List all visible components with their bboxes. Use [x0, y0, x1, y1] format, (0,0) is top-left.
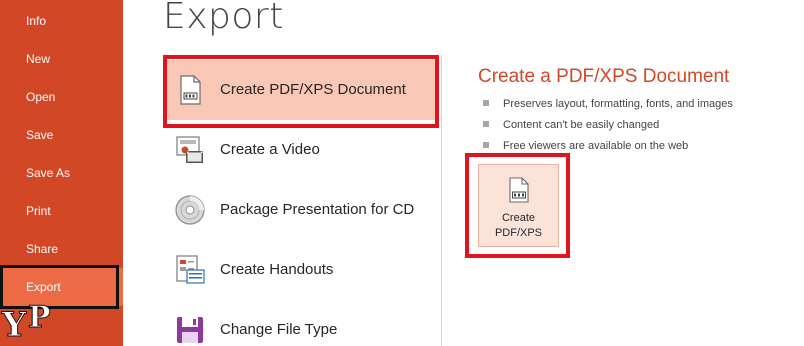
option-label: Create PDF/XPS Document — [220, 81, 406, 98]
option-create-pdf-xps[interactable]: Create PDF/XPS Document — [163, 60, 438, 120]
list-item: Free viewers are available on the web — [483, 137, 733, 158]
page-title: Export — [163, 0, 284, 37]
nav-item-export[interactable]: Export — [0, 268, 123, 306]
cd-icon — [173, 193, 207, 227]
panel-divider — [441, 55, 442, 346]
bullet-text: Free viewers are available on the web — [503, 140, 689, 152]
nav-item-label: Info — [26, 14, 47, 28]
nav-item-label: Export — [26, 280, 61, 294]
create-button-label: Create PDF/XPS — [479, 211, 558, 241]
nav-item-save[interactable]: Save — [0, 116, 123, 154]
nav-item-label: Open — [26, 90, 56, 104]
nav-item-save-as[interactable]: Save As — [0, 154, 123, 192]
nav-item-new[interactable]: New — [0, 40, 123, 78]
bullet-square-icon — [483, 100, 489, 106]
video-icon — [173, 133, 207, 167]
save-file-type-icon — [173, 313, 207, 346]
nav-item-label: New — [26, 52, 51, 66]
pdf-document-icon — [173, 73, 207, 107]
bullet-square-icon — [483, 121, 489, 127]
option-label: Package Presentation for CD — [220, 201, 415, 218]
create-pdf-xps-button[interactable]: Create PDF/XPS — [478, 164, 559, 247]
site-logo: Y P — [1, 300, 62, 346]
nav-item-info[interactable]: Info — [0, 2, 123, 40]
nav-item-share[interactable]: Share — [0, 230, 123, 268]
backstage-nav: Info New Open Save Save As Print Share E… — [0, 0, 123, 346]
nav-item-label: Save — [26, 128, 54, 142]
bullet-square-icon — [483, 142, 489, 148]
detail-bullet-list: Preserves layout, formatting, fonts, and… — [483, 95, 733, 158]
nav-item-open[interactable]: Open — [0, 78, 123, 116]
list-item: Preserves layout, formatting, fonts, and… — [483, 95, 733, 116]
option-create-video[interactable]: Create a Video — [163, 120, 438, 180]
pdf-document-icon — [508, 177, 530, 203]
bullet-text: Content can't be easily changed — [503, 119, 660, 131]
create-button-line1: Create — [501, 212, 536, 224]
nav-item-label: Save As — [26, 166, 71, 180]
option-label: Create Handouts — [220, 261, 334, 278]
logo-letter-p: P — [28, 300, 52, 336]
nav-item-label: Share — [26, 242, 59, 256]
option-package-for-cd[interactable]: Package Presentation for CD — [163, 180, 438, 240]
nav-item-label: Print — [26, 204, 51, 218]
option-label: Create a Video — [220, 141, 320, 158]
logo-letter-y: Y — [1, 305, 27, 346]
nav-item-print[interactable]: Print — [0, 192, 123, 230]
handouts-icon — [173, 253, 207, 287]
option-label: Change File Type — [220, 321, 338, 338]
option-change-file-type[interactable]: Change File Type — [163, 300, 438, 346]
option-create-handouts[interactable]: Create Handouts — [163, 240, 438, 300]
detail-title: Create a PDF/XPS Document — [478, 66, 730, 87]
create-button-line2: PDF/XPS — [494, 227, 543, 239]
list-item: Content can't be easily changed — [483, 116, 733, 137]
bullet-text: Preserves layout, formatting, fonts, and… — [503, 98, 733, 110]
